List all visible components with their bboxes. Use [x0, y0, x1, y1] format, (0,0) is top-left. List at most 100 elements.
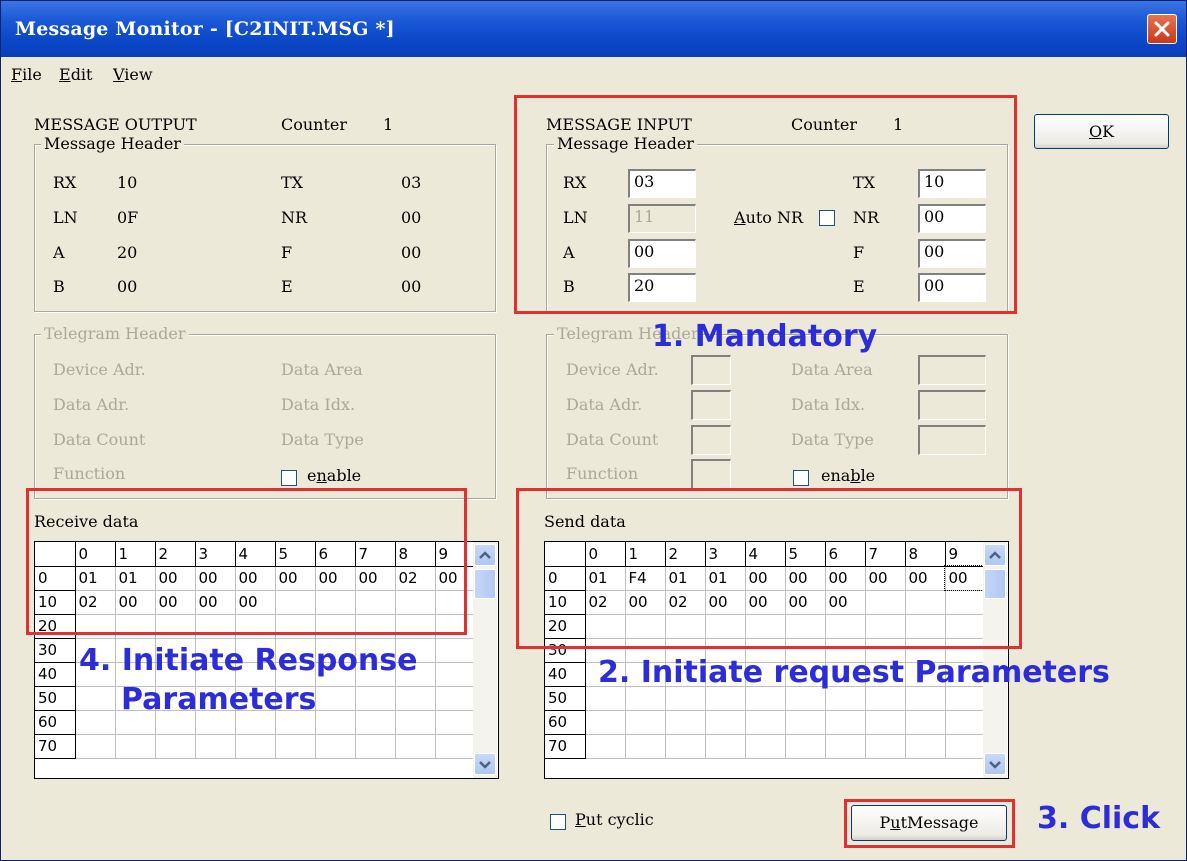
input-data-area-label: Data Area	[791, 360, 873, 379]
send-data-cell[interactable]	[585, 710, 626, 735]
send-data-cell[interactable]	[945, 734, 986, 759]
receive-data-cell[interactable]	[75, 686, 116, 711]
send-data-cell[interactable]	[585, 734, 626, 759]
receive-data-row-header: 40	[35, 662, 76, 687]
receive-data-cell[interactable]	[115, 734, 156, 759]
send-data-cell[interactable]	[825, 734, 866, 759]
input-data-idx-field[interactable]	[918, 390, 986, 420]
receive-data-cell[interactable]	[355, 686, 396, 711]
message-monitor-window: Message Monitor - [C2INIT.MSG *] File Ed…	[0, 0, 1187, 861]
output-rx-value: 10	[117, 173, 138, 192]
send-data-row-header: 40	[545, 662, 586, 687]
receive-data-cell[interactable]	[315, 710, 356, 735]
receive-scroll-thumb[interactable]	[474, 569, 496, 599]
send-data-row: 60	[545, 710, 986, 735]
input-data-type-label: Data Type	[791, 430, 874, 449]
receive-scroll-up-button[interactable]	[474, 544, 496, 566]
output-tx-value: 03	[401, 173, 422, 192]
send-scroll-down-button[interactable]	[984, 753, 1006, 775]
input-data-type-field[interactable]	[918, 425, 986, 455]
receive-data-cell[interactable]	[435, 710, 476, 735]
send-data-cell[interactable]	[825, 710, 866, 735]
send-data-cell[interactable]	[865, 710, 906, 735]
output-ln-value: 0F	[117, 208, 139, 227]
input-function-label: Function	[566, 464, 639, 483]
send-data-cell[interactable]	[625, 734, 666, 759]
receive-data-cell[interactable]	[275, 734, 316, 759]
receive-data-cell[interactable]	[75, 734, 116, 759]
close-button[interactable]	[1147, 14, 1177, 44]
input-data-idx-label: Data Idx.	[791, 395, 866, 414]
input-data-area-field[interactable]	[918, 355, 986, 385]
send-data-cell[interactable]	[865, 734, 906, 759]
input-function-field[interactable]	[691, 459, 731, 489]
send-data-cell[interactable]	[665, 734, 706, 759]
highlight-message-header	[514, 95, 1017, 314]
input-data-count-field[interactable]	[691, 425, 731, 455]
receive-data-cell[interactable]	[195, 734, 236, 759]
output-message-header-group	[34, 144, 496, 312]
chevron-down-icon	[479, 761, 491, 769]
output-b-value: 00	[117, 277, 138, 296]
menu-view[interactable]: View	[113, 65, 153, 84]
send-data-cell[interactable]	[945, 710, 986, 735]
send-data-cell[interactable]	[625, 710, 666, 735]
annotation-mandatory: 1. Mandatory	[652, 319, 878, 354]
output-a-label: A	[53, 243, 65, 262]
receive-data-cell[interactable]	[315, 686, 356, 711]
input-enable-checkbox[interactable]	[793, 470, 809, 486]
receive-data-cell[interactable]	[355, 734, 396, 759]
menu-edit[interactable]: Edit	[59, 65, 92, 84]
send-data-cell[interactable]	[905, 734, 946, 759]
input-data-adr-field[interactable]	[691, 390, 731, 420]
receive-data-cell[interactable]	[435, 734, 476, 759]
send-data-cell[interactable]	[745, 710, 786, 735]
receive-data-cell[interactable]	[355, 710, 396, 735]
annotation-initiate-request: 2. Initiate request Parameters	[598, 655, 1110, 690]
send-data-cell[interactable]	[785, 734, 826, 759]
send-data-cell[interactable]	[785, 710, 826, 735]
output-device-adr-label: Device Adr.	[53, 360, 146, 379]
annotation-initiate-response-line1: 4. Initiate Response	[79, 643, 418, 678]
title-bar[interactable]: Message Monitor - [C2INIT.MSG *]	[1, 1, 1186, 57]
receive-data-cell[interactable]	[435, 686, 476, 711]
send-data-cell[interactable]	[705, 710, 746, 735]
receive-data-cell[interactable]	[75, 710, 116, 735]
ok-button[interactable]: OK	[1034, 114, 1169, 149]
receive-data-cell[interactable]	[235, 734, 276, 759]
receive-scroll-down-button[interactable]	[474, 753, 496, 775]
receive-data-cell[interactable]	[155, 734, 196, 759]
receive-data-cell[interactable]	[315, 734, 356, 759]
receive-data-cell[interactable]	[395, 686, 436, 711]
output-e-label: E	[281, 277, 293, 296]
send-data-cell[interactable]	[665, 710, 706, 735]
annotation-initiate-response-line2: Parameters	[121, 682, 317, 717]
chevron-up-icon	[479, 551, 491, 559]
send-data-cell[interactable]	[905, 710, 946, 735]
receive-data-row-header: 70	[35, 734, 76, 759]
put-cyclic-checkbox[interactable]	[550, 814, 566, 830]
output-counter-value: 1	[383, 115, 394, 134]
output-enable-checkbox[interactable]	[281, 470, 297, 486]
menu-bar: File Edit View	[1, 57, 1186, 91]
output-tx-label: TX	[281, 173, 304, 192]
put-cyclic-label: Put cyclic	[575, 810, 654, 829]
send-data-cell[interactable]	[705, 734, 746, 759]
output-function-label: Function	[53, 464, 126, 483]
output-enable-label: enable	[307, 466, 362, 485]
input-device-adr-label: Device Adr.	[566, 360, 659, 379]
output-message-header-legend: Message Header	[41, 134, 184, 153]
receive-data-cell[interactable]	[435, 638, 476, 663]
receive-data-cell[interactable]	[435, 662, 476, 687]
output-data-count-label: Data Count	[53, 430, 146, 449]
input-data-adr-label: Data Adr.	[566, 395, 643, 414]
send-data-cell[interactable]	[745, 734, 786, 759]
output-nr-value: 00	[401, 208, 422, 227]
receive-data-cell[interactable]	[395, 734, 436, 759]
receive-data-cell[interactable]	[395, 710, 436, 735]
output-e-value: 00	[401, 277, 422, 296]
menu-file[interactable]: File	[11, 65, 42, 84]
output-f-value: 00	[401, 243, 422, 262]
input-device-adr-field[interactable]	[691, 355, 731, 385]
receive-data-scrollbar[interactable]	[473, 542, 497, 778]
